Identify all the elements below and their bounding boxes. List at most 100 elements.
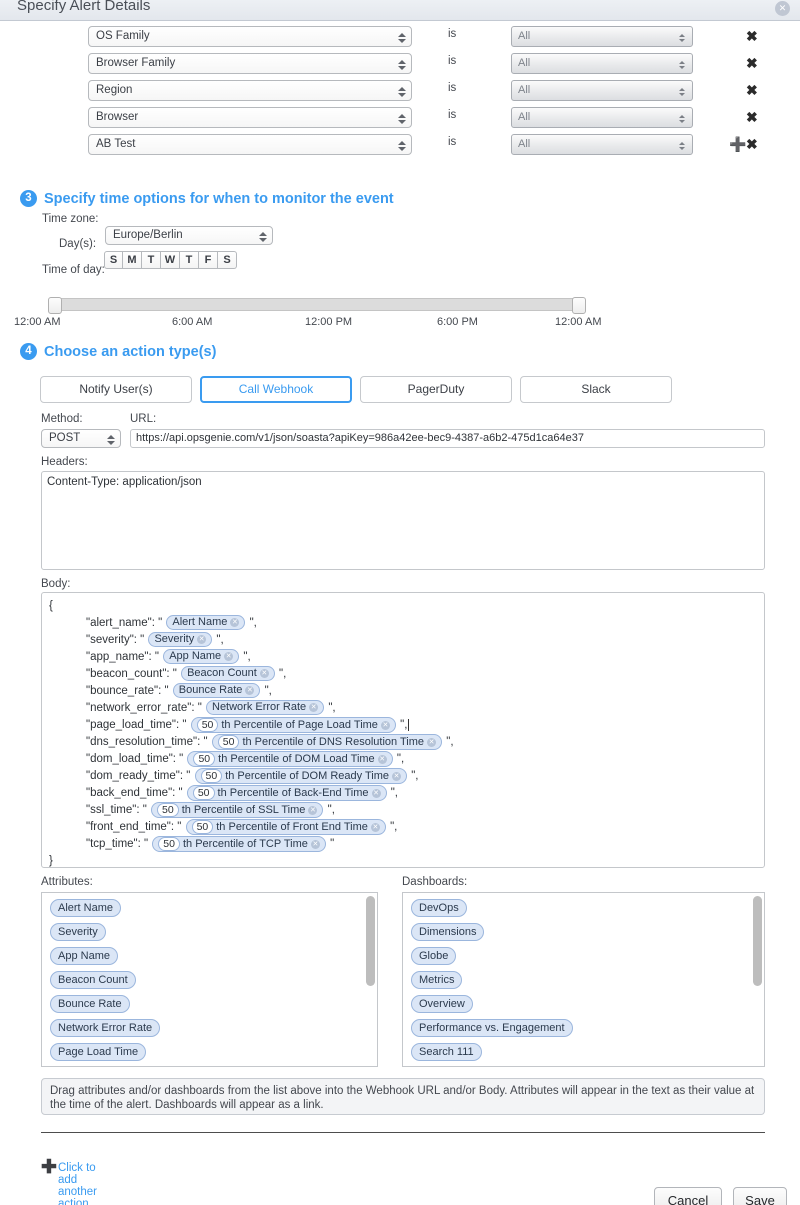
remove-token-icon[interactable]: ✕ xyxy=(197,635,207,645)
dashboard-chip[interactable]: DevOps xyxy=(411,899,467,917)
filter-attribute-select[interactable]: Browser Family xyxy=(88,53,412,74)
attributes-listbox[interactable]: Alert Name Severity App Name Beacon Count Bo… xyxy=(41,892,378,1067)
attribute-token[interactable]: Alert Name ✕ xyxy=(166,615,246,631)
dialog-title: Specify Alert Details xyxy=(17,0,151,14)
dashboard-chip[interactable]: Dimensions xyxy=(411,923,485,941)
filter-value-select[interactable]: All xyxy=(511,53,693,74)
attribute-chip[interactable]: Beacon Count xyxy=(50,971,136,989)
webhook-url-input[interactable]: https://api.opsgenie.com/v1/json/soasta?… xyxy=(130,429,765,448)
action-tab-3[interactable]: Slack xyxy=(520,376,672,403)
filter-attribute-select[interactable]: OS Family xyxy=(88,26,412,47)
day-toggle-2[interactable]: T xyxy=(142,251,161,269)
method-select[interactable]: POST xyxy=(41,429,121,448)
remove-token-icon[interactable]: ✕ xyxy=(309,703,319,713)
remove-token-icon[interactable]: ✕ xyxy=(259,669,269,679)
remove-token-icon[interactable]: ✕ xyxy=(371,788,381,798)
remove-token-icon[interactable]: ✕ xyxy=(392,771,402,781)
remove-token-icon[interactable]: ✕ xyxy=(427,737,437,747)
percentile-input[interactable]: 50 xyxy=(200,769,223,783)
attributes-scrollbar-thumb[interactable] xyxy=(366,896,375,986)
dashboard-chip[interactable]: Globe xyxy=(411,947,457,965)
slider-handle-start[interactable] xyxy=(48,297,62,314)
percentile-input[interactable]: 50 xyxy=(192,786,215,800)
attribute-token[interactable]: 50th Percentile of Front End Time ✕ xyxy=(185,819,386,835)
cancel-button[interactable]: Cancel xyxy=(654,1187,722,1205)
attribute-token[interactable]: 50th Percentile of Page Load Time ✕ xyxy=(190,717,396,733)
remove-token-icon[interactable]: ✕ xyxy=(245,686,255,696)
action-tab-2[interactable]: PagerDuty xyxy=(360,376,512,403)
attribute-token[interactable]: 50th Percentile of DOM Load Time ✕ xyxy=(187,751,393,767)
attribute-token[interactable]: 50th Percentile of Back-End Time ✕ xyxy=(186,785,387,801)
time-of-day-slider[interactable] xyxy=(48,297,586,314)
day-toggle-5[interactable]: F xyxy=(199,251,218,269)
attribute-token[interactable]: Severity ✕ xyxy=(148,632,213,648)
filter-attribute-select[interactable]: Region xyxy=(88,80,412,101)
attribute-token-label: Alert Name xyxy=(172,616,228,629)
remove-token-icon[interactable]: ✕ xyxy=(224,652,234,662)
add-filter-row-icon[interactable]: ➕ xyxy=(729,135,746,153)
dashboard-chip[interactable]: Performance vs. Engagement xyxy=(411,1019,573,1037)
method-value: POST xyxy=(49,432,81,444)
remove-token-icon[interactable]: ✕ xyxy=(370,822,380,832)
action-tab-1[interactable]: Call Webhook xyxy=(200,376,352,403)
filter-value-select[interactable]: All xyxy=(511,107,693,128)
attribute-chip[interactable]: Bounce Rate xyxy=(50,995,130,1013)
filter-value-select[interactable]: All xyxy=(511,134,693,155)
attribute-chip[interactable]: Network Error Rate xyxy=(50,1019,161,1037)
remove-token-icon[interactable]: ✕ xyxy=(310,839,320,849)
filter-value-select[interactable]: All xyxy=(511,26,693,47)
percentile-input[interactable]: 50 xyxy=(217,735,240,749)
percentile-input[interactable]: 50 xyxy=(158,837,180,851)
attribute-token[interactable]: 50th Percentile of DOM Ready Time ✕ xyxy=(194,768,408,784)
url-label: URL: xyxy=(130,413,157,425)
remove-filter-row-icon[interactable]: ✖ xyxy=(746,81,758,99)
remove-filter-row-icon[interactable]: ✖ xyxy=(746,135,758,153)
filter-attribute-select[interactable]: AB Test xyxy=(88,134,412,155)
save-button[interactable]: Save xyxy=(733,1187,787,1205)
remove-filter-row-icon[interactable]: ✖ xyxy=(746,54,758,72)
filter-row: Browser is All ✖ xyxy=(0,107,786,134)
attribute-token[interactable]: Beacon Count ✕ xyxy=(181,666,275,682)
attribute-chip[interactable]: App Name xyxy=(50,947,118,965)
dashboard-chip[interactable]: Overview xyxy=(411,995,473,1013)
percentile-input[interactable]: 50 xyxy=(157,803,179,817)
attribute-token[interactable]: Network Error Rate ✕ xyxy=(206,700,325,716)
attribute-token[interactable]: 50th Percentile of SSL Time ✕ xyxy=(151,802,324,818)
slider-tick-0: 12:00 AM xyxy=(14,316,61,328)
remove-filter-row-icon[interactable]: ✖ xyxy=(746,108,758,126)
day-toggle-6[interactable]: S xyxy=(218,251,237,269)
percentile-input[interactable]: 50 xyxy=(196,718,219,732)
body-token-editor[interactable]: { "alert_name": " Alert Name ✕ ", "severit… xyxy=(41,592,765,868)
remove-token-icon[interactable]: ✕ xyxy=(380,720,390,730)
percentile-input[interactable]: 50 xyxy=(193,752,216,766)
list-item: Metrics xyxy=(411,971,764,995)
attribute-chip[interactable]: Page Load Time xyxy=(50,1043,147,1061)
attribute-token[interactable]: Bounce Rate ✕ xyxy=(172,683,261,699)
dashboard-chip[interactable]: Search 111 xyxy=(411,1043,482,1061)
remove-token-icon[interactable]: ✕ xyxy=(230,618,240,628)
dashboards-listbox[interactable]: DevOps Dimensions Globe Metrics Overview Perf… xyxy=(402,892,765,1067)
headers-textarea[interactable]: Content-Type: application/json xyxy=(41,471,765,570)
timezone-select[interactable]: Europe/Berlin xyxy=(105,226,273,245)
filter-attribute-select[interactable]: Browser xyxy=(88,107,412,128)
attribute-chip[interactable]: Alert Name xyxy=(50,899,122,917)
attribute-chip[interactable]: Severity xyxy=(50,923,106,941)
day-toggle-3[interactable]: W xyxy=(161,251,180,269)
day-toggle-4[interactable]: T xyxy=(180,251,199,269)
day-toggle-group[interactable]: SMTWTFS xyxy=(104,251,237,269)
attribute-token[interactable]: 50th Percentile of TCP Time ✕ xyxy=(152,836,326,852)
slider-handle-end[interactable] xyxy=(572,297,586,314)
day-toggle-1[interactable]: M xyxy=(123,251,142,269)
day-toggle-0[interactable]: S xyxy=(104,251,123,269)
remove-filter-row-icon[interactable]: ✖ xyxy=(746,27,758,45)
remove-token-icon[interactable]: ✕ xyxy=(308,805,318,815)
dashboard-chip[interactable]: Metrics xyxy=(411,971,463,989)
attribute-token[interactable]: 50th Percentile of DNS Resolution Time ✕ xyxy=(211,734,443,750)
percentile-input[interactable]: 50 xyxy=(191,820,214,834)
action-tab-0[interactable]: Notify User(s) xyxy=(40,376,192,403)
filter-value-select[interactable]: All xyxy=(511,80,693,101)
dashboards-scrollbar-thumb[interactable] xyxy=(753,896,762,986)
close-icon[interactable]: ✕ xyxy=(775,1,790,16)
remove-token-icon[interactable]: ✕ xyxy=(377,754,387,764)
attribute-token[interactable]: App Name ✕ xyxy=(163,649,240,665)
